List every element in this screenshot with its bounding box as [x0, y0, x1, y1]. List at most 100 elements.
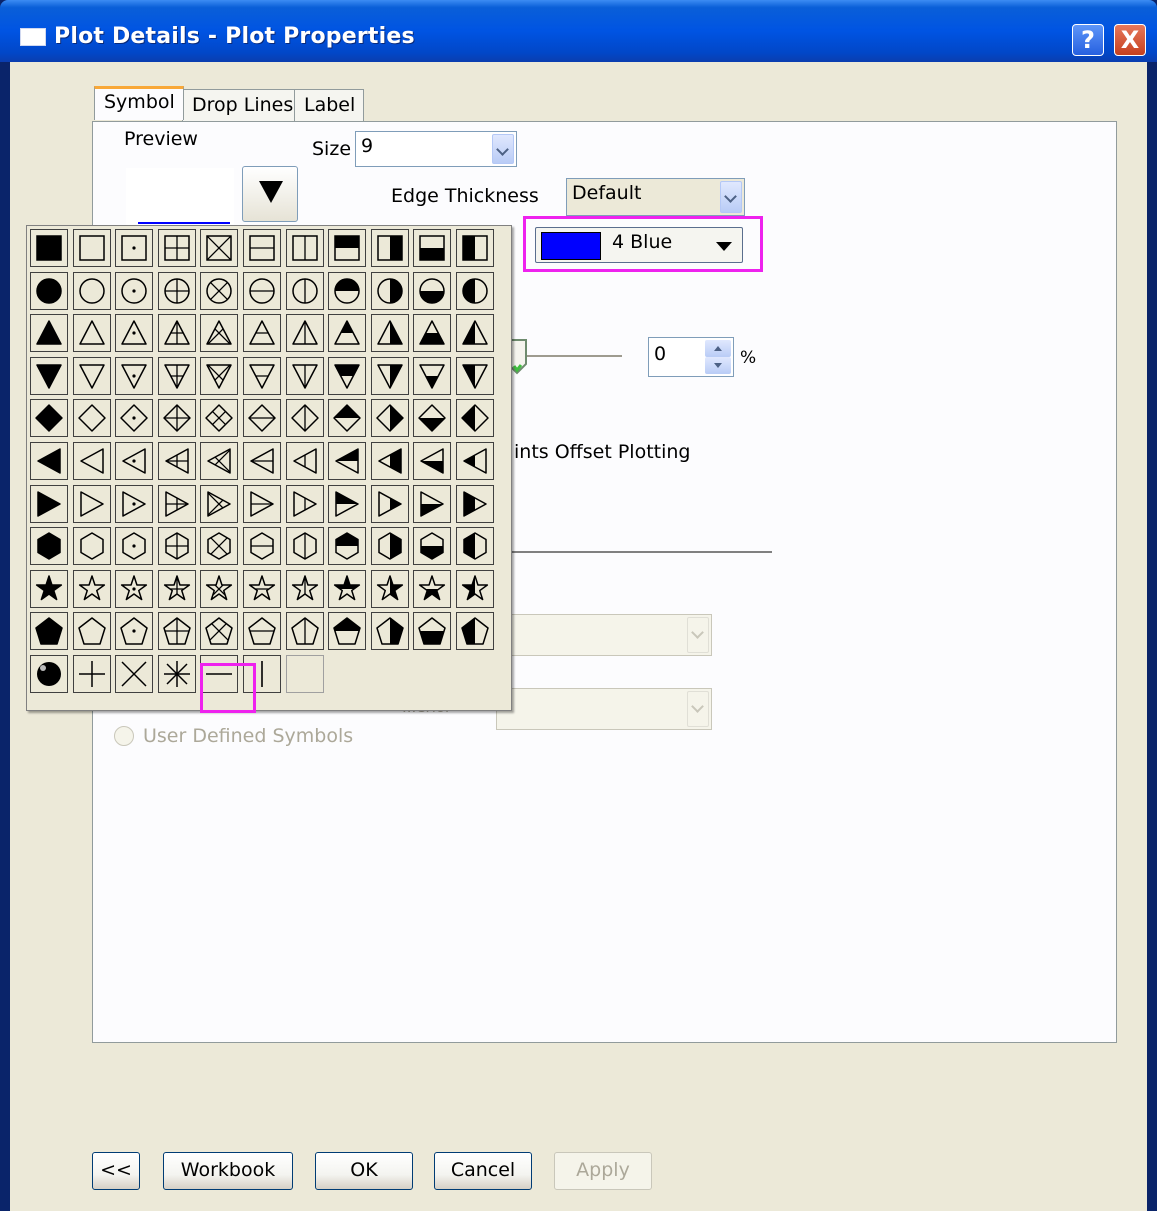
symbol-hexagon-right-half-icon[interactable] — [370, 527, 409, 566]
symbol-square-x-icon[interactable] — [200, 229, 239, 267]
tab-symbol[interactable]: Symbol — [94, 86, 184, 120]
symbol-triangle-left-dot-center-icon[interactable] — [115, 442, 154, 480]
symbol-triangle-down-left-half-icon[interactable] — [456, 356, 494, 395]
symbol-hexagon-vbar-icon[interactable] — [285, 527, 324, 566]
symbol-hexagon-left-half-icon[interactable] — [456, 527, 494, 566]
symbol-circle-vbar-icon[interactable] — [285, 271, 324, 310]
cancel-button[interactable]: Cancel — [434, 1152, 532, 1190]
symbol-triangle-up-right-half-icon[interactable] — [370, 314, 409, 353]
symbol-triangle-right-x-icon[interactable] — [200, 484, 239, 523]
symbol-triangle-up-hbar-icon[interactable] — [243, 314, 281, 353]
symbol-circle-bottom-half-icon[interactable] — [413, 271, 452, 310]
symbol-diamond-x-icon[interactable] — [200, 399, 239, 438]
symbol-hexagon-hbar-icon[interactable] — [243, 527, 281, 566]
symbol-x-icon[interactable] — [115, 655, 154, 693]
symbol-triangle-down-right-half-icon[interactable] — [370, 356, 409, 395]
symbol-star-bottom-half-icon[interactable] — [413, 569, 452, 608]
symbol-triangle-right-bottom-half-icon[interactable] — [413, 484, 452, 523]
symbol-triangle-up-bottom-half-icon[interactable] — [413, 314, 452, 353]
symbol-triangle-down-top-half-icon[interactable] — [328, 356, 367, 395]
symbol-circle-top-half-icon[interactable] — [328, 271, 367, 310]
symbol-pentagon-bottom-half-icon[interactable] — [413, 612, 452, 651]
chevron-down-icon[interactable] — [720, 181, 742, 213]
symbol-triangle-left-vbar-icon[interactable] — [285, 442, 324, 480]
symbol-triangle-up-x-icon[interactable] — [200, 314, 239, 353]
symbol-pentagon-open-icon[interactable] — [72, 612, 111, 651]
collapse-button[interactable]: << — [92, 1152, 140, 1190]
symbol-star-left-half-icon[interactable] — [456, 569, 494, 608]
symbol-star-right-half-icon[interactable] — [370, 569, 409, 608]
symbol-diamond-vbar-icon[interactable] — [285, 399, 324, 438]
symbol-triangle-up-solid-icon[interactable] — [30, 314, 68, 353]
symbol-triangle-down-plus-icon[interactable] — [157, 356, 196, 395]
symbol-square-open-icon[interactable] — [72, 229, 111, 267]
spin-down-icon[interactable] — [705, 357, 731, 374]
symbol-diamond-open-icon[interactable] — [72, 399, 111, 438]
symbol-triangle-right-solid-icon[interactable] — [30, 484, 68, 523]
symbol-pentagon-solid-icon[interactable] — [30, 612, 68, 651]
symbol-triangle-left-bottom-half-icon[interactable] — [413, 442, 452, 480]
symbol-triangle-left-x-icon[interactable] — [200, 442, 239, 480]
symbol-square-vbar-icon[interactable] — [285, 229, 324, 267]
symbol-star-solid-icon[interactable] — [30, 569, 68, 608]
chevron-down-icon[interactable] — [492, 134, 514, 164]
close-button[interactable]: X — [1114, 24, 1146, 56]
symbol-pentagon-hbar-icon[interactable] — [243, 612, 281, 651]
symbol-circle-left-half-icon[interactable] — [456, 271, 494, 310]
symbol-star-x-icon[interactable] — [200, 569, 239, 608]
symbol-triangle-down-open-icon[interactable] — [72, 356, 111, 395]
symbol-star-open-icon[interactable] — [72, 569, 111, 608]
symbol-pentagon-top-half-icon[interactable] — [328, 612, 367, 651]
symbol-plus-icon[interactable] — [72, 655, 111, 693]
transparency-spinner[interactable]: 0 — [648, 337, 734, 377]
symbol-pentagon-left-half-icon[interactable] — [456, 612, 494, 651]
symbol-triangle-up-top-half-icon[interactable] — [328, 314, 367, 353]
spin-up-icon[interactable] — [705, 340, 731, 357]
symbol-circle-right-half-icon[interactable] — [370, 271, 409, 310]
size-combo[interactable]: 9 — [355, 131, 517, 167]
symbol-asterisk-icon[interactable] — [157, 655, 196, 693]
symbol-triangle-right-right-half-icon[interactable] — [370, 484, 409, 523]
symbol-triangle-right-open-icon[interactable] — [72, 484, 111, 523]
symbol-triangle-down-vbar-icon[interactable] — [285, 356, 324, 395]
symbol-diamond-dot-center-icon[interactable] — [115, 399, 154, 438]
symbol-star-vbar-icon[interactable] — [285, 569, 324, 608]
symbol-pentagon-plus-icon[interactable] — [157, 612, 196, 651]
symbol-triangle-left-plus-icon[interactable] — [157, 442, 196, 480]
symbol-triangle-up-plus-icon[interactable] — [157, 314, 196, 353]
symbol-circle-solid-icon[interactable] — [30, 271, 68, 310]
symbol-circle-open-icon[interactable] — [72, 271, 111, 310]
workbook-button[interactable]: Workbook — [163, 1152, 293, 1190]
symbol-hexagon-bottom-half-icon[interactable] — [413, 527, 452, 566]
symbol-star-plus-icon[interactable] — [157, 569, 196, 608]
symbol-pentagon-right-half-icon[interactable] — [370, 612, 409, 651]
symbol-triangle-right-dot-center-icon[interactable] — [115, 484, 154, 523]
symbol-triangle-up-open-icon[interactable] — [72, 314, 111, 353]
edge-thickness-combo[interactable]: Default — [566, 178, 745, 216]
symbol-star-dot-center-icon[interactable] — [115, 569, 154, 608]
symbol-circle-x-icon[interactable] — [200, 271, 239, 310]
symbol-triangle-down-bottom-half-icon[interactable] — [413, 356, 452, 395]
symbol-hexagon-top-half-icon[interactable] — [328, 527, 367, 566]
symbol-circle-dot-center-icon[interactable] — [115, 271, 154, 310]
symbol-hexagon-plus-icon[interactable] — [157, 527, 196, 566]
symbol-triangle-up-dot-center-icon[interactable] — [115, 314, 154, 353]
symbol-hexagon-solid-icon[interactable] — [30, 527, 68, 566]
tab-drop-lines[interactable]: Drop Lines — [182, 89, 303, 123]
symbol-hexagon-x-icon[interactable] — [200, 527, 239, 566]
symbol-hexagon-dot-center-icon[interactable] — [115, 527, 154, 566]
symbol-triangle-up-vbar-icon[interactable] — [285, 314, 324, 353]
symbol-square-left-half-icon[interactable] — [456, 229, 494, 267]
title-bar[interactable]: Plot Details - Plot Properties ? X — [0, 0, 1157, 62]
symbol-diamond-left-half-icon[interactable] — [456, 399, 494, 438]
symbol-star-hbar-icon[interactable] — [243, 569, 281, 608]
symbol-triangle-right-vbar-icon[interactable] — [285, 484, 324, 523]
symbol-circle-plus-icon[interactable] — [157, 271, 196, 310]
symbol-circle-hbar-icon[interactable] — [243, 271, 281, 310]
symbol-diamond-top-half-icon[interactable] — [328, 399, 367, 438]
symbol-pentagon-vbar-icon[interactable] — [285, 612, 324, 651]
symbol-triangle-left-solid-icon[interactable] — [30, 442, 68, 480]
symbol-triangle-down-hbar-icon[interactable] — [243, 356, 281, 395]
symbol-triangle-down-x-icon[interactable] — [200, 356, 239, 395]
symbol-square-solid-icon[interactable] — [30, 229, 68, 267]
